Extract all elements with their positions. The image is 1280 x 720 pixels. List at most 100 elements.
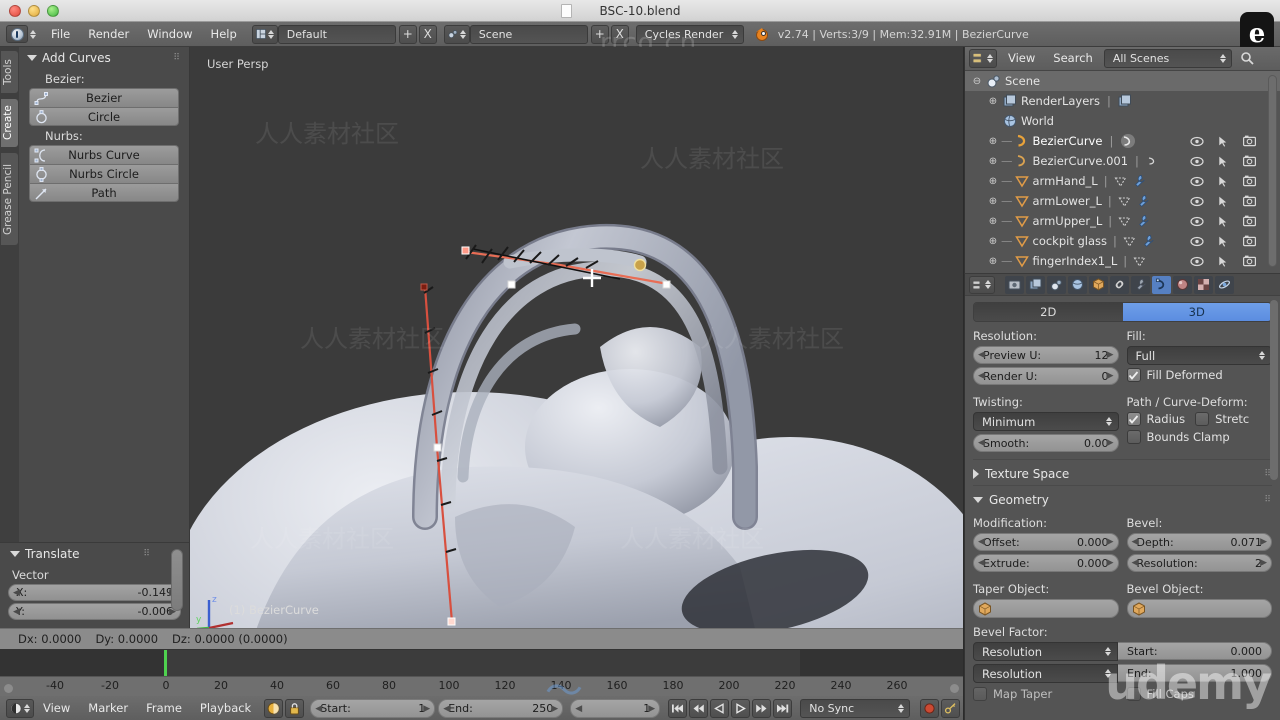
properties-tab-modifiers[interactable]: [1131, 275, 1150, 294]
auto-keyframe-record-button[interactable]: [920, 699, 940, 718]
timeline-scroll-left-handle[interactable]: [4, 684, 13, 693]
jump-to-start-button[interactable]: [668, 699, 688, 718]
outliner-scope-selector[interactable]: All Scenes: [1103, 49, 1232, 68]
timeline-menu-view[interactable]: View: [34, 698, 79, 719]
jump-to-end-button[interactable]: [773, 699, 793, 718]
outliner-row-cockpit-glass[interactable]: ⊕ — cockpit glass |: [965, 231, 1280, 251]
sync-mode-dropdown[interactable]: No Sync: [800, 699, 911, 718]
decrement-arrow-icon[interactable]: ◀: [443, 704, 450, 714]
operator-panel-scrollbar[interactable]: [171, 549, 183, 611]
outliner-menu-view[interactable]: View: [1001, 48, 1042, 69]
increment-arrow-icon[interactable]: ▶: [1107, 371, 1114, 381]
radius-checkbox[interactable]: [1126, 412, 1141, 426]
cursor-arrow-icon[interactable]: [1218, 134, 1229, 148]
properties-tab-physics[interactable]: [1215, 275, 1234, 294]
timeline-menu-frame[interactable]: Frame: [137, 698, 191, 719]
outliner-toggles[interactable]: [1190, 234, 1256, 248]
outliner-mode-spinner[interactable]: [987, 54, 993, 63]
lock-time-button[interactable]: [285, 699, 305, 718]
properties-tab-render-layers[interactable]: [1026, 275, 1045, 294]
bevel-end-mode-dropdown[interactable]: Resolution: [973, 664, 1118, 683]
properties-tab-render[interactable]: [1005, 275, 1024, 294]
twist-smooth-field[interactable]: ◀ Smooth: 0.00 ▶: [973, 434, 1119, 452]
editor-type-spinner[interactable]: [30, 29, 36, 39]
fill-caps-checkbox[interactable]: [1126, 687, 1141, 701]
frame-start-field[interactable]: ◀ Start: 1 ▶: [310, 699, 436, 718]
cursor-arrow-icon[interactable]: [1218, 234, 1229, 248]
decrement-arrow-icon[interactable]: ◀: [575, 704, 582, 714]
add-bezier-button[interactable]: Bezier: [29, 88, 179, 107]
offset-field[interactable]: ◀ Offset: 0.000 ▶: [973, 533, 1119, 551]
properties-tab-world[interactable]: [1068, 275, 1087, 294]
fill-mode-dropdown[interactable]: Full: [1126, 346, 1272, 365]
decrement-arrow-icon[interactable]: ◀: [13, 607, 20, 617]
bevel-start-mode-dropdown[interactable]: Resolution: [973, 642, 1118, 661]
timeline-editor-type-button[interactable]: [6, 699, 34, 718]
bevel-depth-field[interactable]: ◀ Depth: 0.071 ▶: [1126, 533, 1272, 551]
camera-icon[interactable]: [1243, 255, 1256, 267]
outliner-toggles[interactable]: [1190, 194, 1256, 208]
fill-deformed-row[interactable]: Fill Deformed: [1126, 368, 1273, 382]
bevel-resolution-field[interactable]: ◀ Resolution: 2 ▶: [1126, 554, 1272, 572]
bounds-clamp-row[interactable]: Bounds Clamp: [1126, 430, 1273, 444]
magnifier-icon[interactable]: [1240, 51, 1255, 66]
outliner-row-armupper-l[interactable]: ⊕ — armUpper_L |: [965, 211, 1280, 231]
mesh-data-icon[interactable]: [1118, 215, 1131, 228]
increment-arrow-icon[interactable]: ▶: [1260, 537, 1267, 547]
wrench-icon[interactable]: [1141, 234, 1155, 248]
extrude-field[interactable]: ◀ Extrude: 0.000 ▶: [973, 554, 1119, 572]
properties-tab-curve-data[interactable]: [1152, 275, 1171, 294]
scene-spinner[interactable]: [459, 29, 466, 39]
properties-tab-scene[interactable]: [1047, 275, 1066, 294]
outliner-toggles[interactable]: [1190, 254, 1256, 268]
increment-arrow-icon[interactable]: ▶: [1107, 438, 1114, 448]
bevel-object-field[interactable]: [1126, 599, 1272, 618]
menu-file[interactable]: File: [42, 24, 79, 45]
outliner-row-scene[interactable]: ⊖ Scene: [965, 71, 1280, 91]
render-engine-selector[interactable]: Cycles Render: [635, 24, 744, 44]
expand-icon[interactable]: ⊕: [987, 255, 999, 267]
eye-icon[interactable]: [1190, 156, 1204, 167]
decrement-arrow-icon[interactable]: ◀: [1132, 537, 1139, 547]
add-scene-button[interactable]: +: [590, 24, 609, 44]
use-preview-range-button[interactable]: [264, 699, 284, 718]
menu-render[interactable]: Render: [79, 24, 138, 45]
stretch-row[interactable]: Stretc: [1195, 412, 1249, 426]
timeline-playhead[interactable]: [164, 650, 167, 676]
add-path-button[interactable]: Path: [29, 183, 179, 202]
dimension-3d-option[interactable]: 3D: [1122, 303, 1271, 321]
cursor-arrow-icon[interactable]: [1218, 174, 1229, 188]
expand-icon[interactable]: ⊕: [987, 155, 999, 167]
outliner-row-armlower-l[interactable]: ⊕ — armLower_L |: [965, 191, 1280, 211]
timeline-scroll-right-handle[interactable]: [950, 684, 959, 693]
scene-field[interactable]: Scene: [469, 24, 588, 44]
fill-deformed-checkbox[interactable]: [1126, 368, 1141, 382]
outliner-row-armhand-l[interactable]: ⊕ — armHand_L |: [965, 171, 1280, 191]
fill-caps-row[interactable]: Fill Caps: [1126, 687, 1273, 701]
translate-panel-header[interactable]: Translate ⠿: [0, 543, 189, 565]
play-button[interactable]: [731, 699, 751, 718]
timeline-menu-playback[interactable]: Playback: [191, 698, 260, 719]
map-taper-checkbox[interactable]: [973, 687, 987, 701]
outliner-toggles[interactable]: [1190, 154, 1256, 168]
decrement-arrow-icon[interactable]: ◀: [13, 588, 20, 598]
texture-space-panel-header[interactable]: Texture Space ⠿: [973, 467, 1272, 481]
scene-icon-button[interactable]: [443, 24, 470, 44]
screen-layout-field[interactable]: Default: [277, 24, 396, 44]
tool-tab-create[interactable]: Create: [1, 99, 18, 147]
expand-icon[interactable]: ⊕: [987, 135, 999, 147]
increment-arrow-icon[interactable]: ▶: [551, 704, 558, 714]
properties-tab-texture[interactable]: [1194, 275, 1213, 294]
increment-arrow-icon[interactable]: ▶: [423, 704, 430, 714]
timeline-ruler[interactable]: -40 -20 0 20 40 60 80 100 120 140 160 18…: [0, 676, 963, 696]
outliner-toggles[interactable]: [1190, 214, 1256, 228]
outliner-menu-search[interactable]: Search: [1046, 48, 1100, 69]
curve-data-icon-small[interactable]: [1146, 155, 1158, 167]
decrement-arrow-icon[interactable]: ◀: [1132, 558, 1139, 568]
dimension-2d-option[interactable]: 2D: [974, 303, 1123, 321]
menu-help[interactable]: Help: [202, 24, 246, 45]
curve-data-icon[interactable]: [1120, 133, 1136, 149]
cursor-arrow-icon[interactable]: [1218, 154, 1229, 168]
map-taper-row[interactable]: Map Taper: [973, 687, 1119, 701]
wrench-icon[interactable]: [1136, 214, 1150, 228]
